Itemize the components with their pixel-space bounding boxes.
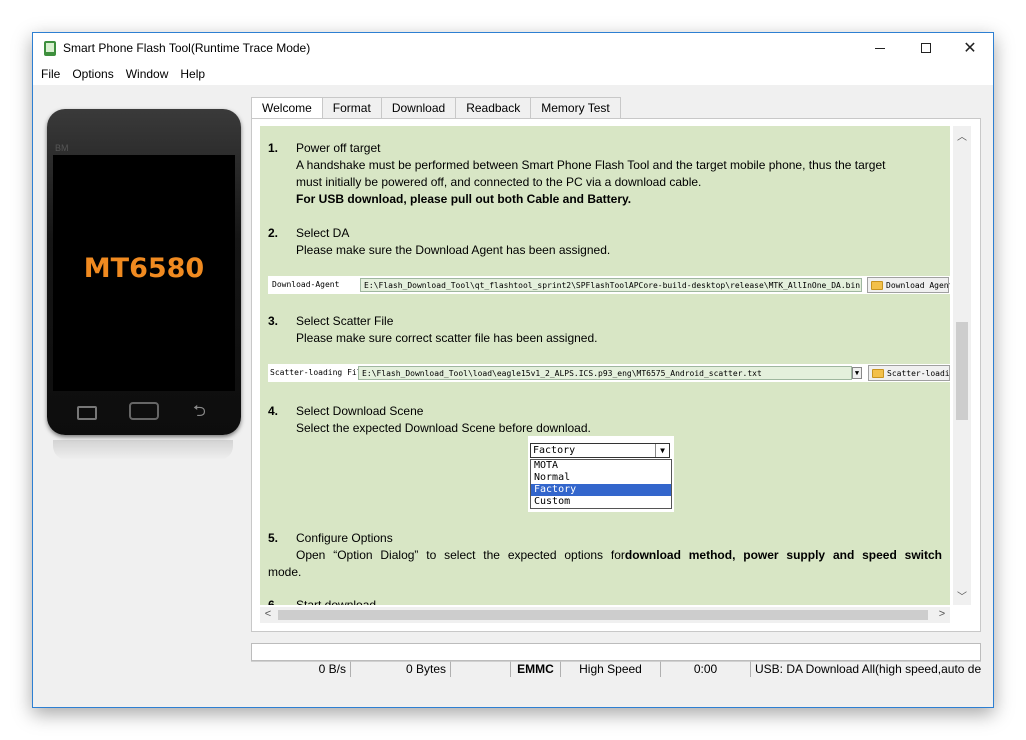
tab-welcome[interactable]: Welcome xyxy=(251,97,323,119)
status-bar: 0 B/s 0 Bytes EMMC High Speed 0:00 USB: … xyxy=(251,661,981,677)
menu-file[interactable]: File xyxy=(35,63,66,85)
download-agent-button[interactable]: Download Agent xyxy=(867,277,950,293)
status-time: 0:00 xyxy=(661,661,751,677)
step-number: 1. xyxy=(268,141,279,155)
step-text: A handshake must be performed between Sm… xyxy=(296,158,886,172)
welcome-panel: 1. Power off target A handshake must be … xyxy=(251,118,981,632)
tab-bar: Welcome Format Download Readback Memory … xyxy=(251,97,621,119)
step-text: must initially be powered off, and conne… xyxy=(296,175,702,189)
download-scene-list: MOTA Normal Factory Custom xyxy=(530,459,672,509)
step-title: Select Download Scene xyxy=(296,404,424,418)
phone-screen: MT6580 xyxy=(53,155,235,391)
step-title: Start download xyxy=(296,598,377,605)
step-text-bold: For USB download, please pull out both C… xyxy=(296,192,632,206)
scroll-right-icon[interactable]: > xyxy=(934,608,950,620)
download-agent-label: Download-Agent xyxy=(272,280,340,289)
chevron-down-icon[interactable]: ▼ xyxy=(655,444,669,457)
phone-illustration: BM MT6580 ⮌ xyxy=(45,107,245,460)
scene-option-normal[interactable]: Normal xyxy=(531,472,671,484)
phone-body: BM MT6580 ⮌ xyxy=(47,109,241,435)
maximize-button[interactable] xyxy=(903,33,949,63)
phone-menu-key-icon xyxy=(77,406,97,420)
scatter-file-label: Scatter-loading File xyxy=(270,368,367,377)
scene-option-custom[interactable]: Custom xyxy=(531,496,671,508)
folder-icon xyxy=(872,369,884,378)
phone-back-key-icon: ⮌ xyxy=(193,403,206,420)
title-bar: Smart Phone Flash Tool(Runtime Trace Mod… xyxy=(33,33,993,63)
vertical-scroll-thumb[interactable] xyxy=(956,322,968,420)
tab-download[interactable]: Download xyxy=(380,97,457,118)
step-text-part: Open “Option Dialog” to select the expec… xyxy=(296,548,625,562)
scatter-loading-button-label: Scatter-loading xyxy=(887,369,950,378)
menu-options[interactable]: Options xyxy=(66,63,119,85)
tab-readback[interactable]: Readback xyxy=(455,97,532,118)
step-text: mode. xyxy=(268,565,302,579)
window-title: Smart Phone Flash Tool(Runtime Trace Mod… xyxy=(63,41,311,55)
close-icon: ✕ xyxy=(963,40,977,57)
status-storage: EMMC xyxy=(511,661,561,677)
scroll-left-icon[interactable]: < xyxy=(260,608,276,620)
step-number: 3. xyxy=(268,314,279,328)
close-button[interactable]: ✕ xyxy=(947,33,993,63)
scatter-file-path-field[interactable]: E:\Flash_Download_Tool\load\eagle15v1_2_… xyxy=(358,366,852,380)
folder-icon xyxy=(871,281,883,290)
scroll-down-icon[interactable]: ﹀ xyxy=(953,588,971,604)
menu-help[interactable]: Help xyxy=(174,63,211,85)
scatter-file-row: Scatter-loading File E:\Flash_Download_T… xyxy=(268,364,950,382)
status-mode: High Speed xyxy=(561,661,661,677)
vertical-scrollbar[interactable]: ︿ ﹀ xyxy=(953,126,971,605)
scatter-loading-button[interactable]: Scatter-loading xyxy=(868,365,950,381)
menu-window[interactable]: Window xyxy=(120,63,175,85)
scene-option-factory[interactable]: Factory xyxy=(531,484,671,496)
scatter-dropdown-icon[interactable]: ▼ xyxy=(852,367,862,379)
status-bytes: 0 Bytes xyxy=(351,661,451,677)
horizontal-scrollbar[interactable]: < > xyxy=(260,607,950,623)
status-speed: 0 B/s xyxy=(251,661,351,677)
scene-option-mota[interactable]: MOTA xyxy=(531,460,671,472)
status-usb: USB: DA Download All(high speed,auto det… xyxy=(751,661,981,677)
horizontal-scroll-thumb[interactable] xyxy=(278,610,928,620)
progress-bar xyxy=(251,643,981,661)
step-title: Power off target xyxy=(296,141,381,155)
step-text-bold: download method, power supply and speed … xyxy=(624,548,942,562)
download-agent-path-field[interactable]: E:\Flash_Download_Tool\qt_flashtool_spri… xyxy=(360,278,862,292)
step-text: Open “Option Dialog” to select the expec… xyxy=(296,547,950,564)
status-blank xyxy=(451,661,511,677)
tab-memory-test[interactable]: Memory Test xyxy=(530,97,621,118)
step-title: Select DA xyxy=(296,226,350,240)
step-number: 5. xyxy=(268,531,279,545)
step-title: Configure Options xyxy=(296,531,393,545)
download-agent-button-label: Download Agent xyxy=(886,281,950,290)
step-title: Select Scatter File xyxy=(296,314,394,328)
download-scene-box: Factory ▼ MOTA Normal Factory Custom xyxy=(528,436,674,512)
step-number: 4. xyxy=(268,404,279,418)
phone-reflection xyxy=(53,440,233,460)
step-number: 2. xyxy=(268,226,279,240)
step-number: 6. xyxy=(268,598,279,605)
minimize-icon xyxy=(875,47,885,49)
phone-model-label: MT6580 xyxy=(83,253,205,284)
phone-brand: BM xyxy=(55,143,69,153)
step-text: Please make sure the Download Agent has … xyxy=(296,243,611,257)
phone-home-key-icon xyxy=(129,402,159,420)
step-text: Please make sure correct scatter file ha… xyxy=(296,331,598,345)
download-scene-select[interactable]: Factory ▼ xyxy=(530,443,670,458)
menu-bar: File Options Window Help xyxy=(33,63,993,85)
maximize-icon xyxy=(921,43,931,53)
scroll-up-icon[interactable]: ︿ xyxy=(953,128,971,144)
download-agent-row: Download-Agent E:\Flash_Download_Tool\qt… xyxy=(268,276,950,294)
welcome-content: 1. Power off target A handshake must be … xyxy=(260,126,950,605)
minimize-button[interactable] xyxy=(857,33,903,63)
download-scene-value: Factory xyxy=(533,445,576,456)
app-window: Smart Phone Flash Tool(Runtime Trace Mod… xyxy=(32,32,994,708)
app-icon xyxy=(44,41,56,56)
step-text: Select the expected Download Scene befor… xyxy=(296,421,591,435)
tab-format[interactable]: Format xyxy=(321,97,382,118)
